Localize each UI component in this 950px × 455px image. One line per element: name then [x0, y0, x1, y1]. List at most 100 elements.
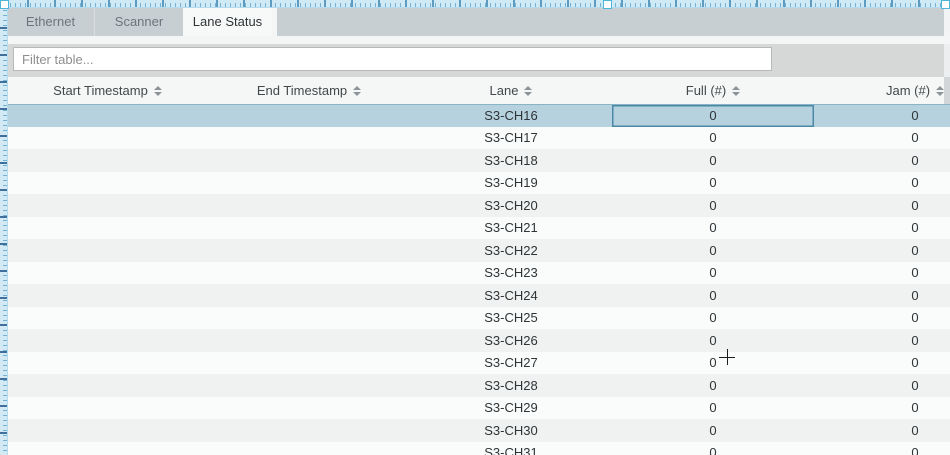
cell-jam[interactable]: 0	[814, 284, 950, 307]
cell-lane: S3-CH25	[410, 307, 612, 330]
tab-lane-status[interactable]: Lane Status	[183, 7, 272, 36]
cell-lane: S3-CH31	[410, 442, 612, 455]
selection-handle-top-left[interactable]	[0, 0, 9, 9]
cell-end-timestamp	[208, 442, 410, 455]
filter-panel	[7, 44, 950, 77]
table-row[interactable]: S3-CH17 0 0	[7, 127, 950, 150]
filter-input[interactable]	[13, 47, 772, 71]
cell-start-timestamp	[7, 105, 208, 127]
cell-full[interactable]: 0	[612, 217, 814, 240]
cell-full[interactable]: 0	[612, 397, 814, 420]
cell-start-timestamp	[7, 127, 208, 150]
cell-full[interactable]: 0	[612, 374, 814, 397]
column-header-end-timestamp[interactable]: End Timestamp	[208, 77, 410, 104]
cell-lane: S3-CH20	[410, 194, 612, 217]
table-row[interactable]: S3-CH24 0 0	[7, 284, 950, 307]
table-row[interactable]: S3-CH30 0 0	[7, 419, 950, 442]
cell-jam[interactable]: 0	[814, 127, 950, 150]
selection-handle-top-center[interactable]	[603, 0, 612, 9]
cell-jam[interactable]: 0	[814, 442, 950, 455]
cell-lane: S3-CH17	[410, 127, 612, 150]
table-row[interactable]: S3-CH21 0 0	[7, 217, 950, 240]
table-row[interactable]: S3-CH25 0 0	[7, 307, 950, 330]
table-row[interactable]: S3-CH20 0 0	[7, 194, 950, 217]
cell-jam[interactable]: 0	[814, 217, 950, 240]
table-row[interactable]: S3-CH27 0 0	[7, 352, 950, 375]
cell-full[interactable]: 0	[612, 262, 814, 285]
sort-icon[interactable]	[524, 86, 532, 96]
cell-end-timestamp	[208, 352, 410, 375]
column-label: Full (#)	[686, 77, 726, 104]
cell-end-timestamp	[208, 105, 410, 127]
cell-lane: S3-CH30	[410, 419, 612, 442]
cell-full[interactable]: 0	[612, 419, 814, 442]
table-row[interactable]: S3-CH31 0 0	[7, 442, 950, 455]
sort-icon[interactable]	[936, 86, 944, 96]
cell-start-timestamp	[7, 262, 208, 285]
cell-full[interactable]: 0	[612, 194, 814, 217]
cell-start-timestamp	[7, 419, 208, 442]
cell-jam[interactable]: 0	[814, 149, 950, 172]
cell-start-timestamp	[7, 239, 208, 262]
table-row[interactable]: S3-CH26 0 0	[7, 329, 950, 352]
cell-jam[interactable]: 0	[814, 307, 950, 330]
column-header-start-timestamp[interactable]: Start Timestamp	[7, 77, 208, 104]
column-header-full[interactable]: Full (#)	[612, 77, 814, 104]
table-header-edge	[944, 77, 950, 104]
cell-jam[interactable]: 0	[814, 194, 950, 217]
tab-scanner-history[interactable]: Scanner History	[95, 7, 183, 36]
sort-icon[interactable]	[732, 86, 740, 96]
cell-jam[interactable]: 0	[814, 239, 950, 262]
table-row[interactable]: S3-CH16 0 0	[7, 104, 950, 127]
cell-jam[interactable]: 0	[814, 397, 950, 420]
cell-start-timestamp	[7, 397, 208, 420]
cell-lane: S3-CH23	[410, 262, 612, 285]
selection-handle-top-right[interactable]	[941, 0, 950, 9]
cell-full[interactable]: 0	[612, 307, 814, 330]
cell-lane: S3-CH22	[410, 239, 612, 262]
filter-panel-edge	[944, 44, 950, 77]
table-row[interactable]: S3-CH28 0 0	[7, 374, 950, 397]
column-header-jam[interactable]: Jam (#)	[814, 77, 950, 104]
tab-ethernet[interactable]: Ethernet	[7, 7, 95, 36]
sort-icon[interactable]	[154, 86, 162, 96]
cell-start-timestamp	[7, 172, 208, 195]
cell-start-timestamp	[7, 374, 208, 397]
table-row[interactable]: S3-CH23 0 0	[7, 262, 950, 285]
column-header-lane[interactable]: Lane	[410, 77, 612, 104]
cell-jam[interactable]: 0	[814, 419, 950, 442]
tab-bar-edge	[944, 7, 950, 36]
cell-end-timestamp	[208, 284, 410, 307]
sort-icon[interactable]	[353, 86, 361, 96]
cell-full[interactable]: 0	[612, 127, 814, 150]
cell-full[interactable]: 0	[612, 105, 814, 127]
cell-jam[interactable]: 0	[814, 262, 950, 285]
cell-jam[interactable]: 0	[814, 105, 950, 127]
tab-content-gap	[7, 36, 950, 44]
column-label: Start Timestamp	[53, 77, 148, 104]
cell-full[interactable]: 0	[612, 442, 814, 455]
cell-end-timestamp	[208, 397, 410, 420]
cell-jam[interactable]: 0	[814, 352, 950, 375]
cell-full[interactable]: 0	[612, 172, 814, 195]
table-row[interactable]: S3-CH19 0 0	[7, 172, 950, 195]
cell-jam[interactable]: 0	[814, 329, 950, 352]
cell-full[interactable]: 0	[612, 284, 814, 307]
cell-lane: S3-CH16	[410, 105, 612, 127]
app-content: Ethernet Scanner History Lane Status Sta…	[7, 7, 950, 455]
column-label: Jam (#)	[886, 77, 930, 104]
table-row[interactable]: S3-CH22 0 0	[7, 239, 950, 262]
cell-full[interactable]: 0	[612, 149, 814, 172]
cell-jam[interactable]: 0	[814, 374, 950, 397]
cell-start-timestamp	[7, 284, 208, 307]
cell-full[interactable]: 0	[612, 329, 814, 352]
cell-full[interactable]: 0	[612, 239, 814, 262]
cell-end-timestamp	[208, 149, 410, 172]
cell-jam[interactable]: 0	[814, 172, 950, 195]
table-row[interactable]: S3-CH18 0 0	[7, 149, 950, 172]
cell-lane: S3-CH29	[410, 397, 612, 420]
table-header: Start Timestamp End Timestamp Lane Full …	[7, 77, 950, 104]
column-label: End Timestamp	[257, 77, 347, 104]
cell-full[interactable]: 0	[612, 352, 814, 375]
table-row[interactable]: S3-CH29 0 0	[7, 397, 950, 420]
